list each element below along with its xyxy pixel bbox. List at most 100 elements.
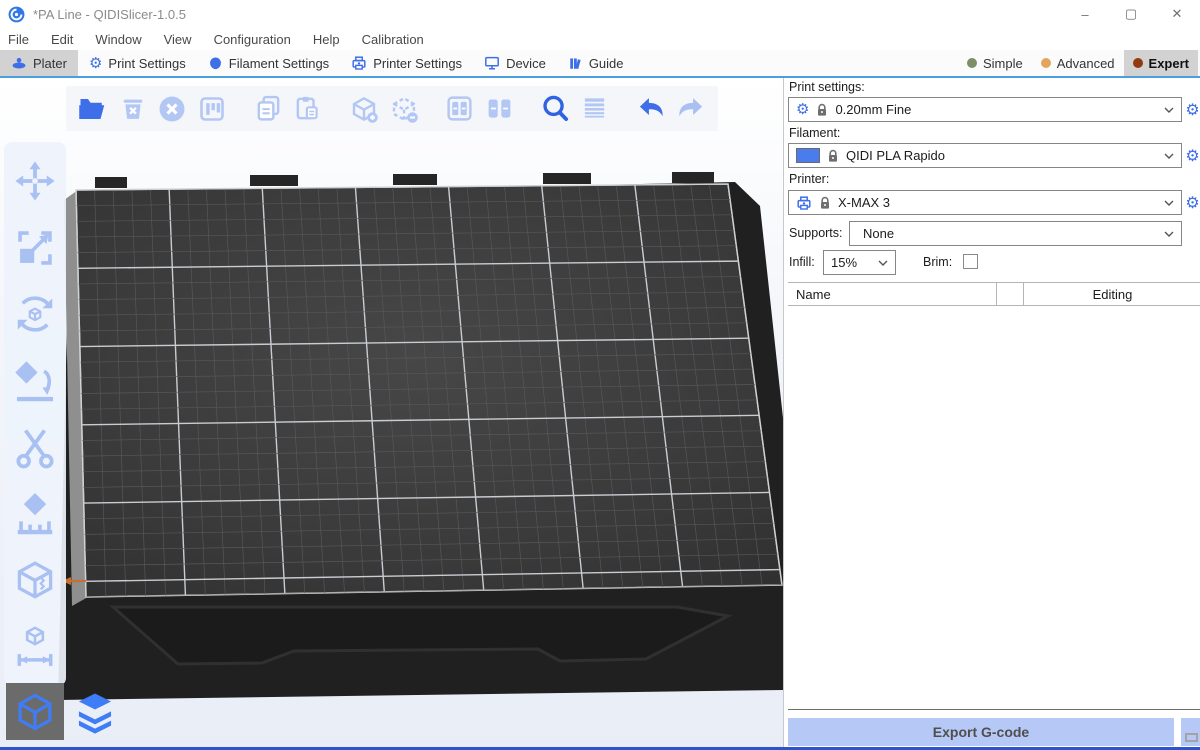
menu-file[interactable]: File xyxy=(8,32,29,47)
title-bar: *PA Line - QIDISlicer-1.0.5 – ▢ ✕ xyxy=(0,0,1200,28)
arrange-button[interactable] xyxy=(195,90,230,128)
place-on-face-tool[interactable] xyxy=(11,357,59,405)
minimize-button[interactable]: – xyxy=(1062,0,1108,28)
close-button[interactable]: ✕ xyxy=(1154,0,1200,28)
menu-window[interactable]: Window xyxy=(95,32,141,47)
chevron-down-icon xyxy=(878,260,888,266)
mode-label: Expert xyxy=(1149,56,1189,71)
brim-label: Brim: xyxy=(923,255,952,269)
paste-button[interactable] xyxy=(291,90,326,128)
edit-filament-settings-button[interactable]: ⚙ xyxy=(1184,143,1200,168)
move-tool[interactable] xyxy=(11,157,59,205)
open-folder-icon xyxy=(78,94,108,124)
redo-button[interactable] xyxy=(673,90,708,128)
supports-combo[interactable]: None xyxy=(849,221,1182,246)
layers-icon xyxy=(74,689,116,735)
filament-color-swatch xyxy=(796,148,820,163)
send-to-printer-icon xyxy=(1185,733,1198,742)
printer-combo[interactable]: X-MAX 3 xyxy=(788,190,1182,215)
gear-icon: ⚙ xyxy=(89,56,102,71)
expert-mode-dot-icon xyxy=(1133,58,1143,68)
split-parts-icon xyxy=(485,94,514,123)
undo-button[interactable] xyxy=(634,90,669,128)
mode-advanced[interactable]: Advanced xyxy=(1032,50,1124,76)
object-list[interactable] xyxy=(788,306,1200,710)
edit-printer-settings-button[interactable]: ⚙ xyxy=(1184,190,1200,215)
supports-value: None xyxy=(857,226,894,241)
editing-column-header: Editing xyxy=(1024,287,1200,302)
export-options-button[interactable] xyxy=(1181,718,1200,746)
cut-tool[interactable] xyxy=(11,423,59,471)
menu-configuration[interactable]: Configuration xyxy=(214,32,291,47)
infill-combo[interactable]: 15% xyxy=(823,250,896,275)
print-settings-combo[interactable]: ⚙ 0.20mm Fine xyxy=(788,97,1182,122)
mode-selector: Simple Advanced Expert xyxy=(958,50,1198,76)
mode-simple[interactable]: Simple xyxy=(958,50,1032,76)
print-settings-value: 0.20mm Fine xyxy=(835,102,911,117)
add-instance-button[interactable] xyxy=(347,90,382,128)
move-icon xyxy=(13,159,57,203)
window-title: *PA Line - QIDISlicer-1.0.5 xyxy=(33,7,186,22)
sidebar-panel: Print settings: ⚙ 0.20mm Fine ⚙ Filament… xyxy=(783,78,1200,750)
measure-tool[interactable] xyxy=(11,623,59,671)
delete-button[interactable] xyxy=(116,90,151,128)
printer-value: X-MAX 3 xyxy=(838,195,890,210)
mode-expert[interactable]: Expert xyxy=(1124,50,1198,76)
preview-layers-button[interactable] xyxy=(71,683,119,740)
tab-device[interactable]: Device xyxy=(473,50,557,76)
remove-instance-button[interactable] xyxy=(386,90,421,128)
3d-viewport[interactable] xyxy=(0,78,783,750)
trash-icon xyxy=(119,95,147,123)
device-monitor-icon xyxy=(484,55,500,71)
paint-supports-tool[interactable] xyxy=(11,490,59,538)
open-button[interactable] xyxy=(76,90,111,128)
simple-mode-dot-icon xyxy=(967,58,977,68)
seam-painting-tool[interactable] xyxy=(11,556,59,604)
tab-filament-settings[interactable]: Filament Settings xyxy=(197,50,340,76)
printer-icon xyxy=(796,195,812,211)
gear-icon: ⚙ xyxy=(796,102,809,117)
filament-value: QIDI PLA Rapido xyxy=(846,148,945,163)
tab-print-settings[interactable]: ⚙ Print Settings xyxy=(78,50,197,76)
menu-edit[interactable]: Edit xyxy=(51,32,73,47)
window-controls: – ▢ ✕ xyxy=(1062,0,1200,28)
scale-tool[interactable] xyxy=(11,224,59,272)
lock-icon xyxy=(816,103,828,117)
brim-checkbox[interactable] xyxy=(963,254,978,269)
rotate-tool[interactable] xyxy=(11,290,59,338)
infill-value: 15% xyxy=(831,255,857,270)
menu-calibration[interactable]: Calibration xyxy=(362,32,424,47)
remove-instance-cube-icon xyxy=(389,94,419,124)
export-gcode-button[interactable]: Export G-code xyxy=(788,718,1174,746)
chevron-down-icon xyxy=(1164,231,1174,237)
filament-combo[interactable]: QIDI PLA Rapido xyxy=(788,143,1182,168)
tab-printer-settings[interactable]: Printer Settings xyxy=(340,50,473,76)
lock-icon xyxy=(827,149,839,163)
search-button[interactable] xyxy=(538,90,573,128)
printer-label: Printer: xyxy=(789,172,829,186)
guide-books-icon xyxy=(568,56,583,71)
menu-help[interactable]: Help xyxy=(313,32,340,47)
maximize-button[interactable]: ▢ xyxy=(1108,0,1154,28)
menu-view[interactable]: View xyxy=(164,32,192,47)
tab-label: Device xyxy=(506,56,546,71)
tab-guide[interactable]: Guide xyxy=(557,50,635,76)
object-list-header: Name Editing xyxy=(788,282,1200,306)
seam-painting-icon xyxy=(12,557,58,603)
split-to-objects-button[interactable] xyxy=(442,90,477,128)
tab-plater[interactable]: Plater xyxy=(0,50,78,76)
infill-label: Infill: xyxy=(789,255,815,269)
cut-scissors-icon xyxy=(13,425,57,469)
variable-layer-height-button[interactable] xyxy=(578,90,613,128)
paint-supports-icon xyxy=(12,491,58,537)
plater-toolbar xyxy=(66,86,718,131)
edit-print-settings-button[interactable]: ⚙ xyxy=(1184,97,1200,122)
split-to-parts-button[interactable] xyxy=(482,90,517,128)
split-objects-icon xyxy=(445,94,474,123)
3d-editor-view-button[interactable] xyxy=(6,683,64,740)
delete-all-button[interactable] xyxy=(155,90,190,128)
chevron-down-icon xyxy=(1164,200,1174,206)
qidislicer-window: *PA Line - QIDISlicer-1.0.5 – ▢ ✕ File E… xyxy=(0,0,1200,750)
menu-bar: File Edit Window View Configuration Help… xyxy=(0,28,1200,50)
copy-button[interactable] xyxy=(251,90,286,128)
